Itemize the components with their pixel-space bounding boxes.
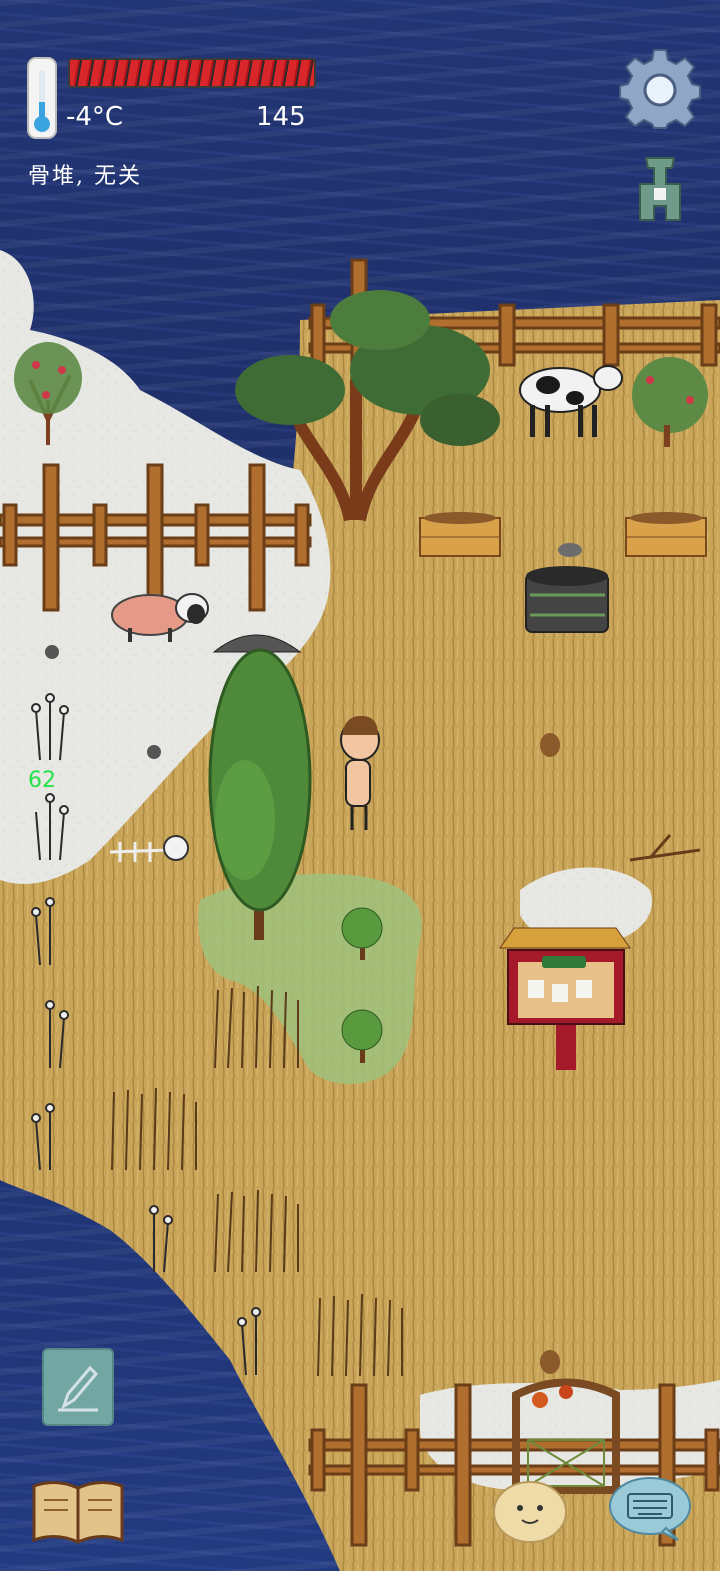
gear-icon[interactable] bbox=[618, 46, 702, 130]
wooden-crate-1 bbox=[419, 512, 501, 557]
fence-left bbox=[0, 463, 312, 612]
open-book-icon bbox=[32, 1481, 124, 1544]
game-world[interactable] bbox=[0, 0, 720, 1571]
stump bbox=[540, 733, 560, 757]
temperature-readout: -4°C bbox=[66, 102, 124, 132]
note-button[interactable] bbox=[42, 1348, 114, 1426]
keyboard-chat-icon bbox=[609, 1477, 691, 1541]
terrain-layer bbox=[0, 250, 720, 1571]
damage-number: 62 bbox=[28, 768, 56, 793]
pencil-icon bbox=[58, 1365, 99, 1412]
pebble bbox=[45, 645, 59, 659]
food-counter: 145 bbox=[256, 102, 306, 132]
thermometer-icon bbox=[27, 57, 57, 139]
recipe-book-button[interactable] bbox=[30, 1476, 126, 1546]
wooden-crate-2 bbox=[625, 512, 707, 557]
potato-face-emote-icon bbox=[493, 1481, 567, 1543]
health-bar bbox=[68, 58, 316, 88]
emote-button[interactable] bbox=[492, 1478, 568, 1544]
status-text: 骨堆, 无关 bbox=[28, 164, 142, 189]
round-stone bbox=[558, 543, 582, 557]
stone-well bbox=[525, 566, 609, 633]
stump bbox=[540, 1350, 560, 1374]
chat-keyboard-button[interactable] bbox=[608, 1476, 692, 1542]
health-bar-fill bbox=[70, 60, 314, 86]
pebble bbox=[147, 745, 161, 759]
spade-coin-icon[interactable] bbox=[632, 154, 688, 224]
